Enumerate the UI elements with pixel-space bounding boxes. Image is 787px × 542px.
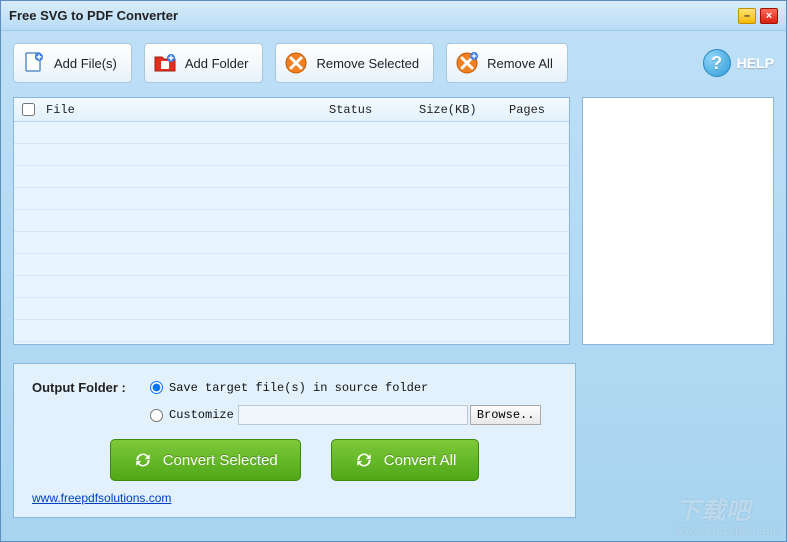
table-row bbox=[14, 276, 569, 298]
help-button[interactable]: ? HELP bbox=[703, 49, 774, 77]
remove-all-label: Remove All bbox=[487, 56, 553, 71]
table-body bbox=[14, 122, 569, 342]
body-area: Add File(s) Add Folder Remove Selected R… bbox=[1, 31, 786, 541]
options-panel: Output Folder : Save target file(s) in s… bbox=[13, 363, 576, 518]
browse-button[interactable]: Browse.. bbox=[470, 405, 542, 425]
file-table: File Status Size(KB) Pages bbox=[13, 97, 570, 345]
remove-selected-icon bbox=[284, 51, 308, 75]
titlebar: Free SVG to PDF Converter – × bbox=[1, 1, 786, 31]
remove-all-icon bbox=[455, 51, 479, 75]
radio-customize[interactable] bbox=[150, 409, 163, 422]
convert-row: Convert Selected Convert All bbox=[32, 439, 557, 481]
add-files-label: Add File(s) bbox=[54, 56, 117, 71]
col-pages: Pages bbox=[509, 103, 569, 117]
radio-source-folder[interactable] bbox=[150, 381, 163, 394]
refresh-icon bbox=[133, 450, 153, 470]
table-row bbox=[14, 254, 569, 276]
content-row: File Status Size(KB) Pages bbox=[13, 97, 774, 345]
refresh-icon bbox=[354, 450, 374, 470]
add-folder-label: Add Folder bbox=[185, 56, 249, 71]
titlebar-buttons: – × bbox=[738, 8, 778, 24]
customize-path-input[interactable] bbox=[238, 405, 468, 425]
col-file: File bbox=[42, 103, 329, 117]
convert-selected-label: Convert Selected bbox=[163, 452, 278, 469]
add-files-button[interactable]: Add File(s) bbox=[13, 43, 132, 83]
close-button[interactable]: × bbox=[760, 8, 778, 24]
convert-selected-button[interactable]: Convert Selected bbox=[110, 439, 301, 481]
minimize-button[interactable]: – bbox=[738, 8, 756, 24]
help-label: HELP bbox=[737, 55, 774, 71]
add-file-icon bbox=[22, 51, 46, 75]
radio-customize-label: Customize bbox=[169, 408, 234, 422]
table-row bbox=[14, 320, 569, 342]
table-row bbox=[14, 298, 569, 320]
add-folder-icon bbox=[153, 51, 177, 75]
table-header: File Status Size(KB) Pages bbox=[14, 98, 569, 122]
table-row bbox=[14, 122, 569, 144]
table-row bbox=[14, 166, 569, 188]
table-row bbox=[14, 210, 569, 232]
convert-all-button[interactable]: Convert All bbox=[331, 439, 480, 481]
output-row-customize: Customize Browse.. bbox=[32, 405, 557, 425]
output-row-source: Output Folder : Save target file(s) in s… bbox=[32, 380, 557, 395]
table-row bbox=[14, 188, 569, 210]
convert-all-label: Convert All bbox=[384, 452, 457, 469]
remove-all-button[interactable]: Remove All bbox=[446, 43, 568, 83]
select-all-checkbox[interactable] bbox=[22, 103, 35, 116]
add-folder-button[interactable]: Add Folder bbox=[144, 43, 264, 83]
help-icon: ? bbox=[703, 49, 731, 77]
remove-selected-label: Remove Selected bbox=[316, 56, 419, 71]
col-status: Status bbox=[329, 103, 419, 117]
app-window: Free SVG to PDF Converter – × Add File(s… bbox=[0, 0, 787, 542]
radio-source-label: Save target file(s) in source folder bbox=[169, 381, 428, 395]
remove-selected-button[interactable]: Remove Selected bbox=[275, 43, 434, 83]
table-row bbox=[14, 232, 569, 254]
table-row bbox=[14, 144, 569, 166]
vendor-link[interactable]: www.freepdfsolutions.com bbox=[32, 491, 171, 505]
output-folder-label: Output Folder : bbox=[32, 380, 150, 395]
window-title: Free SVG to PDF Converter bbox=[9, 8, 738, 23]
select-all-cell bbox=[14, 103, 42, 116]
col-size: Size(KB) bbox=[419, 103, 509, 117]
preview-panel bbox=[582, 97, 774, 345]
toolbar: Add File(s) Add Folder Remove Selected R… bbox=[13, 43, 774, 83]
